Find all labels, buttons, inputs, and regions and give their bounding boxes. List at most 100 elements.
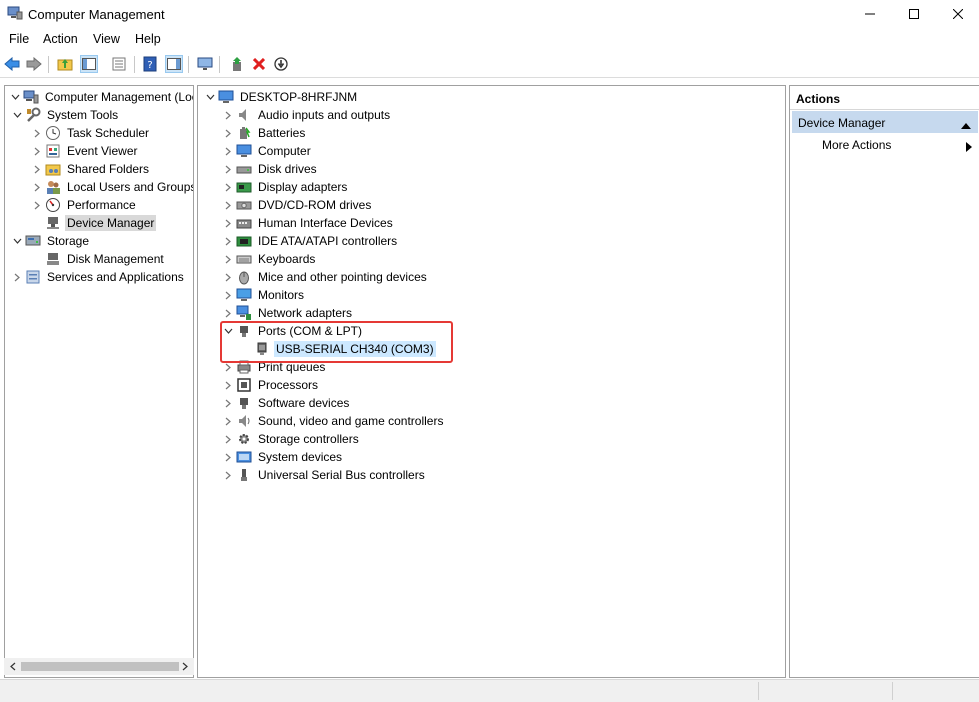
device-tree-pane[interactable]: DESKTOP-8HRFJNM Audio inputs and outputs B… — [197, 85, 786, 678]
tree-item-label: DVD/CD-ROM drives — [258, 198, 372, 212]
chevron-right-icon[interactable] — [220, 448, 236, 466]
device-category-batteries[interactable]: Batteries — [220, 124, 307, 142]
tree-item-local-users-and-groups[interactable]: Local Users and Groups — [29, 178, 193, 196]
collapse-up-icon[interactable] — [961, 118, 971, 132]
properties-icon[interactable] — [110, 55, 128, 73]
device-category-disk-drives[interactable]: Disk drives — [220, 160, 319, 178]
device-category-monitors[interactable]: Monitors — [220, 286, 306, 304]
chevron-right-icon[interactable] — [220, 124, 236, 142]
chevron-right-icon[interactable] — [220, 106, 236, 124]
chevron-right-icon[interactable] — [29, 124, 45, 142]
tree-item-label: Network adapters — [258, 306, 353, 320]
chevron-right-icon[interactable] — [220, 142, 236, 160]
tree-item-label: Performance — [67, 198, 136, 212]
menu-view[interactable]: View — [93, 32, 120, 46]
device-category-ports-com-lpt[interactable]: Ports (COM & LPT) — [220, 322, 364, 340]
device-tree-root[interactable]: DESKTOP-8HRFJNM — [202, 88, 359, 106]
chevron-right-icon[interactable] — [29, 178, 45, 196]
tree-item-shared-folders[interactable]: Shared Folders — [29, 160, 151, 178]
device-category-audio-inputs-and-outputs[interactable]: Audio inputs and outputs — [220, 106, 392, 124]
device-category-print-queues[interactable]: Print queues — [220, 358, 327, 376]
chevron-right-icon[interactable] — [220, 376, 236, 394]
console-tree-pane[interactable]: Computer Management (Local System Tools Ta… — [4, 85, 194, 678]
chevron-right-icon[interactable] — [220, 412, 236, 430]
chevron-right-icon[interactable] — [220, 232, 236, 250]
up-folder-icon[interactable] — [56, 55, 74, 73]
tree-item-device-manager[interactable]: Device Manager — [29, 214, 157, 232]
menu-file[interactable]: File — [9, 32, 29, 46]
printer-icon — [236, 359, 252, 375]
chevron-right-icon[interactable] — [220, 178, 236, 196]
device-category-sound-video-and-game-controllers[interactable]: Sound, video and game controllers — [220, 412, 445, 430]
chevron-down-icon[interactable] — [9, 232, 25, 250]
back-icon[interactable] — [3, 55, 21, 73]
chevron-right-icon[interactable] — [220, 214, 236, 232]
console-tree-horizontal-scrollbar[interactable] — [4, 658, 194, 675]
show-hide-action-pane-icon[interactable] — [165, 55, 183, 73]
device-item-usb-serial-ch340[interactable]: USB-SERIAL CH340 (COM3) — [238, 340, 436, 358]
chevron-right-icon[interactable] — [9, 268, 25, 286]
chevron-right-icon[interactable] — [220, 196, 236, 214]
tree-item-performance[interactable]: Performance — [29, 196, 138, 214]
chevron-right-icon[interactable] — [220, 394, 236, 412]
update-driver-icon[interactable] — [228, 55, 246, 73]
scroll-right-arrow-icon[interactable] — [178, 660, 192, 673]
show-hide-console-tree-icon[interactable] — [80, 55, 98, 73]
actions-section-device-manager[interactable]: Device Manager — [792, 111, 978, 133]
device-category-ide-ata-atapi-controllers[interactable]: IDE ATA/ATAPI controllers — [220, 232, 399, 250]
device-category-human-interface-devices[interactable]: Human Interface Devices — [220, 214, 395, 232]
scrollbar-thumb[interactable] — [21, 662, 179, 671]
uninstall-device-icon[interactable] — [250, 55, 268, 73]
forward-icon[interactable] — [25, 55, 43, 73]
device-category-software-devices[interactable]: Software devices — [220, 394, 351, 412]
tree-item-services-and-applications[interactable]: Services and Applications — [9, 268, 186, 286]
chevron-right-icon[interactable] — [220, 286, 236, 304]
tree-item-label: Storage controllers — [258, 432, 359, 446]
device-category-universal-serial-bus-controllers[interactable]: Universal Serial Bus controllers — [220, 466, 427, 484]
chevron-right-icon[interactable] — [220, 358, 236, 376]
device-category-display-adapters[interactable]: Display adapters — [220, 178, 349, 196]
device-category-mice-and-other-pointing-devices[interactable]: Mice and other pointing devices — [220, 268, 429, 286]
device-category-computer[interactable]: Computer — [220, 142, 313, 160]
chevron-right-icon[interactable] — [29, 160, 45, 178]
more-actions-item[interactable]: More Actions — [822, 138, 891, 152]
chevron-down-icon[interactable] — [220, 322, 236, 340]
chevron-right-icon[interactable] — [29, 196, 45, 214]
tree-item-label: Universal Serial Bus controllers — [258, 468, 425, 482]
chevron-right-icon[interactable] — [220, 304, 236, 322]
chevron-down-icon[interactable] — [202, 88, 218, 106]
scan-hardware-icon[interactable] — [196, 55, 214, 73]
chevron-down-icon[interactable] — [9, 106, 25, 124]
device-category-processors[interactable]: Processors — [220, 376, 320, 394]
chevron-right-icon[interactable] — [220, 430, 236, 448]
disable-device-icon[interactable] — [272, 55, 290, 73]
software-device-icon — [236, 395, 252, 411]
tree-item-computer-management-local[interactable]: Computer Management (Local — [7, 88, 193, 106]
maximize-button[interactable] — [891, 0, 937, 28]
tree-item-storage[interactable]: Storage — [9, 232, 91, 250]
scroll-left-arrow-icon[interactable] — [6, 660, 20, 673]
menu-action[interactable]: Action — [43, 32, 78, 46]
device-category-storage-controllers[interactable]: Storage controllers — [220, 430, 361, 448]
chevron-right-icon[interactable] — [220, 250, 236, 268]
help-icon[interactable]: ? — [141, 55, 159, 73]
chevron-right-icon[interactable] — [220, 268, 236, 286]
performance-icon — [45, 197, 61, 213]
chevron-right-icon[interactable] — [220, 160, 236, 178]
device-category-dvd-cd-rom-drives[interactable]: DVD/CD-ROM drives — [220, 196, 373, 214]
usb-icon — [236, 467, 252, 483]
device-category-keyboards[interactable]: Keyboards — [220, 250, 317, 268]
minimize-button[interactable] — [847, 0, 893, 28]
tree-item-disk-management[interactable]: Disk Management — [29, 250, 166, 268]
chevron-right-icon[interactable] — [29, 142, 45, 160]
tree-item-system-tools[interactable]: System Tools — [9, 106, 120, 124]
tree-item-task-scheduler[interactable]: Task Scheduler — [29, 124, 151, 142]
chevron-down-icon[interactable] — [7, 88, 23, 106]
close-button[interactable] — [935, 0, 979, 28]
chevron-right-icon[interactable] — [220, 466, 236, 484]
tree-item-event-viewer[interactable]: Event Viewer — [29, 142, 139, 160]
menu-help[interactable]: Help — [135, 32, 161, 46]
device-category-network-adapters[interactable]: Network adapters — [220, 304, 354, 322]
display-adapter-icon — [236, 179, 252, 195]
device-category-system-devices[interactable]: System devices — [220, 448, 344, 466]
